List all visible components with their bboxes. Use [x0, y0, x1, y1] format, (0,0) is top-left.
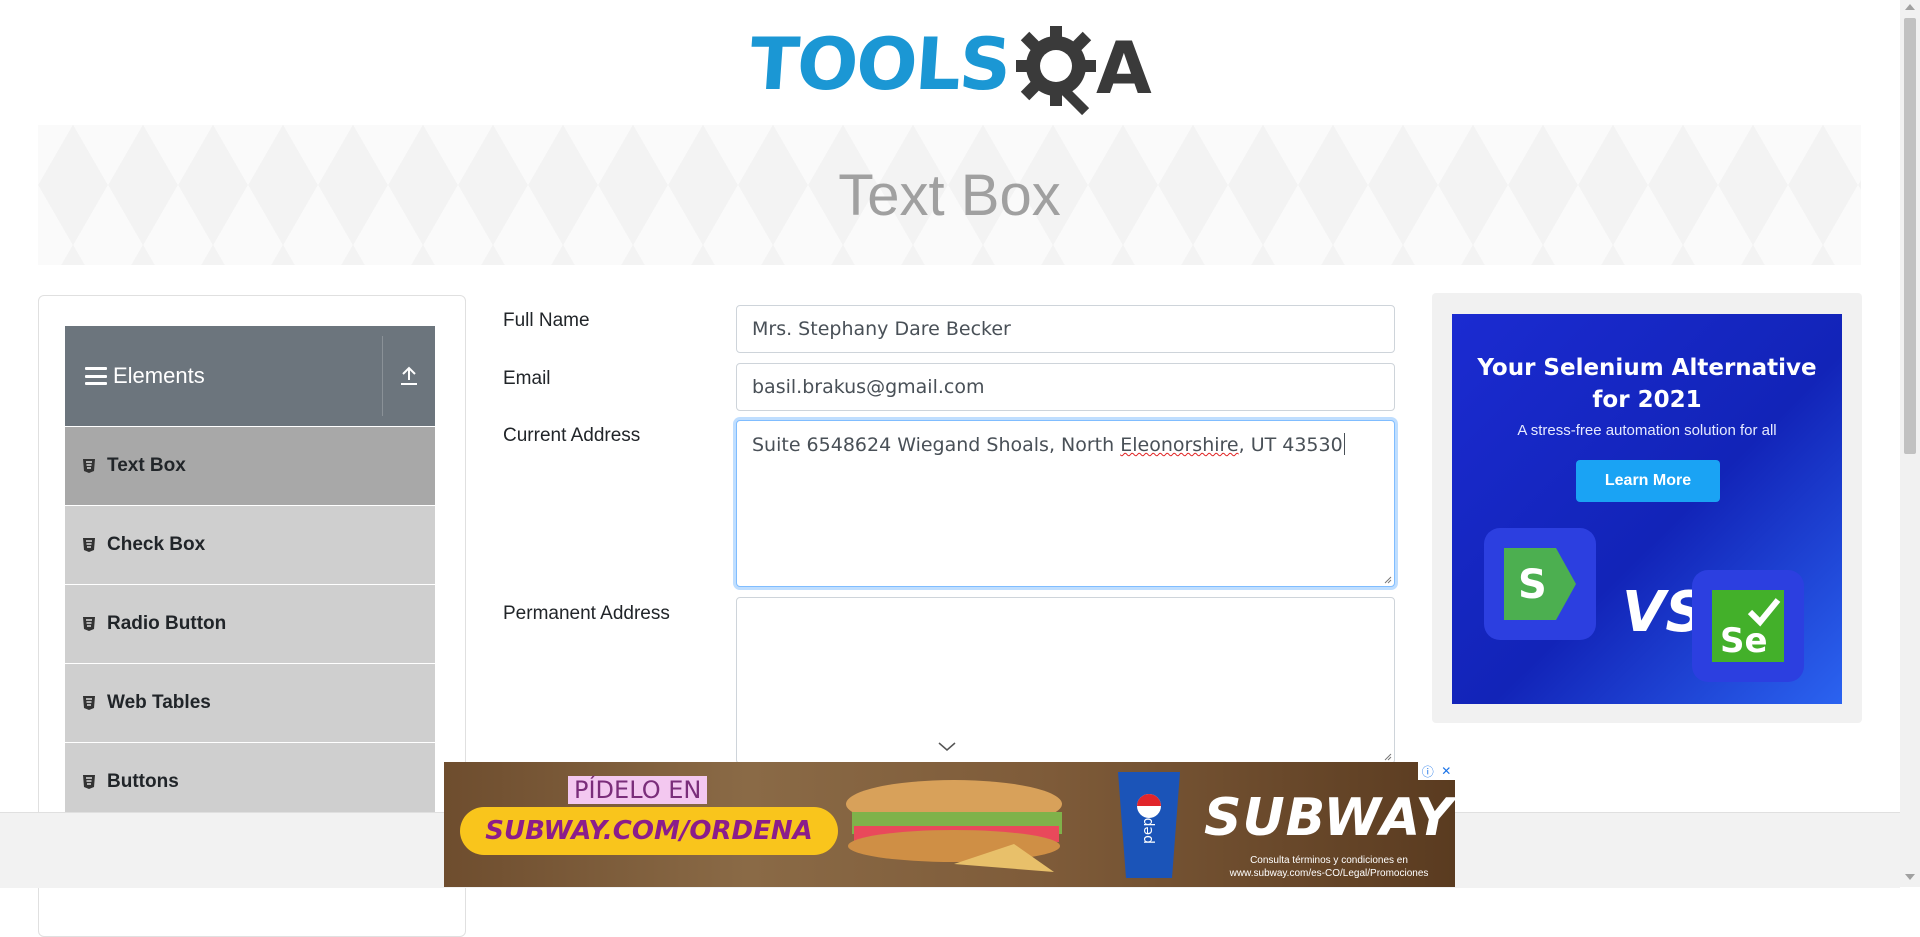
- collapse-group-button[interactable]: [382, 336, 435, 416]
- menu-item-buttons[interactable]: Buttons: [65, 743, 435, 822]
- menu-item-web-tables[interactable]: Web Tables: [65, 664, 435, 743]
- subway-brand: SUBWAY: [1204, 788, 1454, 848]
- current-address-textarea[interactable]: Suite 6548624 Wiegand Shoals, North Eleo…: [736, 420, 1395, 587]
- katalon-logo-icon: S: [1504, 548, 1576, 620]
- elements-menu: Text Box Check Box Radio Button Web Tabl…: [65, 427, 435, 822]
- full-name-value: Mrs. Stephany Dare Becker: [752, 318, 1011, 340]
- email-input[interactable]: basil.brakus@gmail.com: [736, 363, 1395, 411]
- ad-title: Your Selenium Alternative for 2021: [1477, 355, 1817, 413]
- permanent-address-label: Permanent Address: [503, 603, 670, 624]
- ad-choices[interactable]: ⓘ ✕: [1418, 762, 1455, 780]
- svg-text:pepsi: pepsi: [1140, 806, 1156, 844]
- html5-icon: [83, 459, 95, 473]
- email-label: Email: [503, 368, 551, 389]
- gear-q-icon: [1016, 26, 1096, 116]
- misspelled-word: Eleonorshire: [1120, 434, 1239, 456]
- logo-text-tail: A: [1096, 26, 1152, 110]
- resize-grip-icon[interactable]: [1382, 751, 1392, 761]
- current-address-value: Suite 6548624 Wiegand Shoals, North Eleo…: [752, 433, 1345, 456]
- subway-ad[interactable]: PÍDELO EN SUBWAY.COM/ORDENA pepsi SUBWAY…: [444, 762, 1455, 887]
- logo-text: TOOLS: [747, 22, 1013, 106]
- menu-item-label: Buttons: [107, 771, 179, 792]
- menu-item-text-box[interactable]: Text Box: [65, 427, 435, 506]
- toolsqa-logo[interactable]: TOOLS A: [747, 16, 1154, 116]
- page-title: Text Box: [838, 162, 1061, 228]
- html5-icon: [83, 696, 95, 710]
- ad-url-pill: SUBWAY.COM/ORDENA: [460, 807, 838, 855]
- elements-group-header[interactable]: Elements: [65, 326, 435, 426]
- full-name-input[interactable]: Mrs. Stephany Dare Becker: [736, 305, 1395, 353]
- permanent-address-textarea[interactable]: [736, 597, 1395, 764]
- menu-item-label: Text Box: [107, 455, 186, 476]
- ad-legal-text: Consulta términos y condiciones en www.s…: [1229, 855, 1429, 879]
- menu-item-label: Radio Button: [107, 613, 227, 634]
- svg-text:S: S: [1518, 562, 1547, 608]
- menu-item-label: Check Box: [107, 534, 206, 555]
- page-scrollbar[interactable]: [1900, 0, 1920, 887]
- selenium-logo: Se: [1692, 570, 1804, 682]
- selenium-logo-icon: Se: [1712, 590, 1784, 662]
- selenium-alternative-ad[interactable]: Your Selenium Alternative for 2021 A str…: [1452, 314, 1842, 704]
- html5-icon: [83, 775, 95, 789]
- katalon-logo: S: [1484, 528, 1596, 640]
- text-caret: [1343, 433, 1345, 455]
- group-title: Elements: [113, 363, 205, 388]
- scroll-up-icon[interactable]: [1905, 4, 1915, 10]
- html5-icon: [83, 617, 95, 631]
- hamburger-icon: [85, 367, 107, 385]
- email-value: basil.brakus@gmail.com: [752, 376, 985, 398]
- learn-more-button[interactable]: Learn More: [1576, 460, 1720, 502]
- menu-item-label: Web Tables: [107, 692, 211, 713]
- menu-item-check-box[interactable]: Check Box: [65, 506, 435, 585]
- menu-item-radio-button[interactable]: Radio Button: [65, 585, 435, 664]
- resize-grip-icon[interactable]: [1382, 574, 1392, 584]
- chevron-down-icon[interactable]: [938, 742, 956, 752]
- page-banner: Text Box: [38, 125, 1861, 265]
- ad-subtitle: A stress-free automation solution for al…: [1517, 422, 1777, 439]
- ad-info-icon[interactable]: ⓘ: [1422, 763, 1434, 780]
- close-icon[interactable]: ✕: [1441, 764, 1451, 778]
- scroll-down-icon[interactable]: [1905, 874, 1915, 880]
- current-address-label: Current Address: [503, 425, 641, 446]
- ad-pidelo-text: PÍDELO EN: [568, 776, 708, 804]
- scroll-thumb[interactable]: [1904, 18, 1916, 454]
- sandwich-image: [846, 780, 1062, 872]
- pepsi-cup-image: pepsi: [1118, 772, 1180, 878]
- arrow-up-icon: [401, 366, 417, 385]
- svg-text:Se: Se: [1720, 621, 1768, 661]
- html5-icon: [83, 538, 95, 552]
- full-name-label: Full Name: [503, 310, 590, 331]
